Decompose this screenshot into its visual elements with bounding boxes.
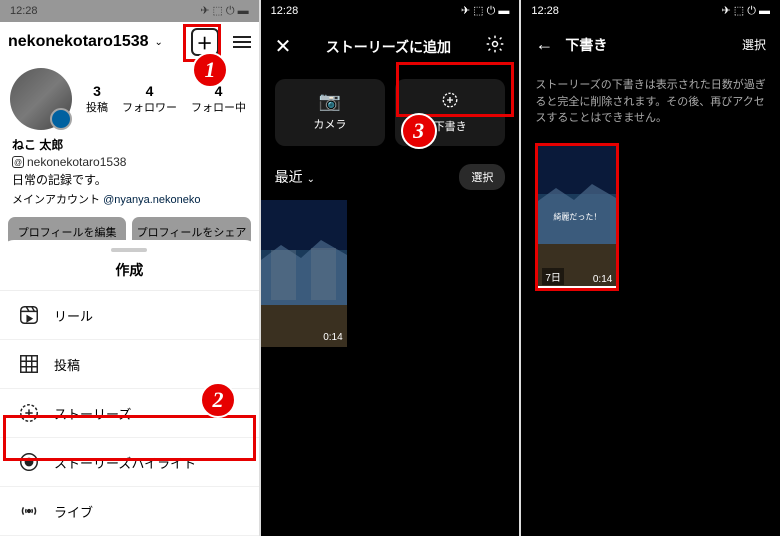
sheet-item-live[interactable]: ライブ xyxy=(0,487,259,536)
draft-thumb[interactable]: 綺麗だった！ 7日 0:14 xyxy=(535,143,619,291)
sheet-handle[interactable] xyxy=(111,248,147,252)
grid-icon xyxy=(18,353,40,375)
callout-1: 1 xyxy=(192,52,228,88)
stat-followers[interactable]: 4フォロワー xyxy=(122,83,177,115)
close-icon[interactable]: ✕ xyxy=(275,34,292,59)
page-title: 下書き xyxy=(565,35,607,55)
camera-icon: 📷 xyxy=(281,91,379,112)
statusbar: 12:28 ✈ ⬚ ⏻ ▬ xyxy=(0,0,259,22)
media-thumb[interactable]: 0:14 xyxy=(261,200,347,347)
hamburger-icon[interactable] xyxy=(233,36,251,48)
gear-icon[interactable] xyxy=(485,34,505,59)
sheet-item-highlight[interactable]: ストーリーズハイライト xyxy=(0,438,259,487)
chevron-down-icon: ⌄ xyxy=(155,37,163,48)
screen-drafts: 12:28 ✈ ⬚ ⏻ ▬ ← 下書き 選択 ストーリーズの下書きは表示された日… xyxy=(521,0,780,536)
avatar[interactable] xyxy=(10,68,72,130)
draft-days: 7日 xyxy=(542,268,564,285)
bio: 日常の記録です。 xyxy=(12,171,247,188)
story-icon xyxy=(18,402,40,424)
callout-3: 3 xyxy=(401,113,437,149)
display-name: ねこ 太郎 xyxy=(12,136,247,153)
statusbar: 12:28 ✈ ⬚ ⏻ ▬ xyxy=(261,0,520,22)
stat-following[interactable]: 4フォロー中 xyxy=(191,83,246,115)
sheet-item-reel[interactable]: リール xyxy=(0,291,259,340)
account-link[interactable]: @nyanya.nekoneko xyxy=(103,194,200,206)
live-icon xyxy=(18,500,40,522)
back-arrow-icon[interactable]: ← xyxy=(535,34,553,55)
chevron-down-icon: ⌄ xyxy=(307,174,315,185)
callout-2: 2 xyxy=(200,382,236,418)
sheet-title: 作成 xyxy=(0,256,259,291)
select-button[interactable]: 選択 xyxy=(459,164,505,190)
highlight-icon xyxy=(18,451,40,473)
draft-text-overlay: 綺麗だった！ xyxy=(553,211,601,222)
draft-message: ストーリーズの下書きは表示された日数が過ぎると完全に削除されます。その後、再びア… xyxy=(521,67,780,137)
screen-profile: 12:28 ✈ ⬚ ⏻ ▬ nekonekotaro1538 ⌄ ＋ 3投稿 4… xyxy=(0,0,259,536)
page-title: ストーリーズに追加 xyxy=(326,37,451,57)
threads-link[interactable]: @nekonekotaro1538 xyxy=(12,155,247,169)
draft-duration: 0:14 xyxy=(593,274,612,285)
reel-icon xyxy=(18,304,40,326)
stat-posts[interactable]: 3投稿 xyxy=(86,83,108,115)
recent-dropdown[interactable]: 最近 ⌄ xyxy=(275,167,315,187)
statusbar: 12:28 ✈ ⬚ ⏻ ▬ xyxy=(521,0,780,22)
select-button[interactable]: 選択 xyxy=(742,36,766,53)
draft-icon xyxy=(401,91,499,114)
progress-bar xyxy=(538,286,616,288)
media-duration: 0:14 xyxy=(323,332,342,343)
tab-camera[interactable]: 📷 カメラ xyxy=(275,79,385,146)
screen-add-story: 12:28 ✈ ⬚ ⏻ ▬ ✕ ストーリーズに追加 📷 カメラ 下書き 最近 ⌄… xyxy=(261,0,520,536)
username[interactable]: nekonekotaro1538 xyxy=(8,33,149,51)
